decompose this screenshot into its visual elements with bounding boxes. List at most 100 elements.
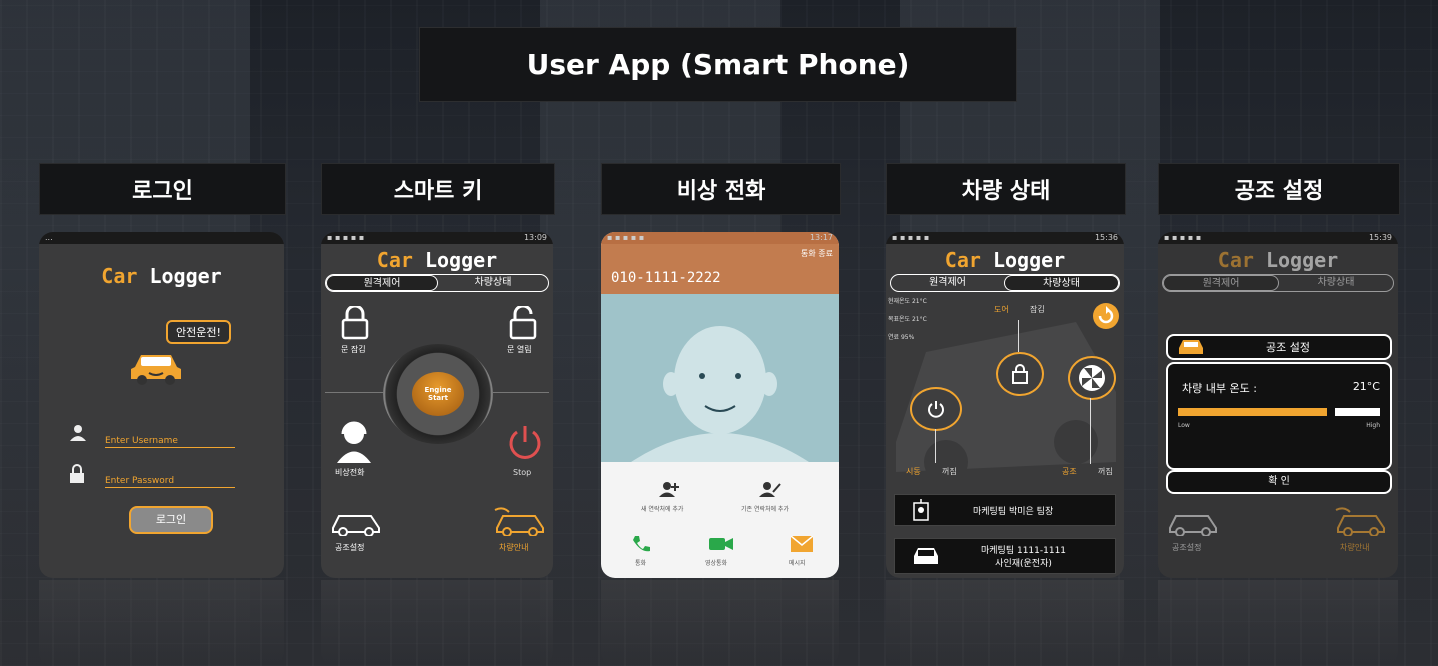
end-call-link[interactable]: 통화 종료 [801,248,833,259]
engine-line1: Engine [424,386,452,394]
aircon-header-title: 공조 설정 [1266,341,1310,354]
aircon-label: 공조설정 [335,543,365,552]
phone-reflection [886,580,1124,666]
phone-vehicle-status: ▪ ▪ ▪ ▪ ▪ 15:36 Car Logger 원격제어 차량상태 현재온도… [886,232,1124,578]
carinfo-label: 차량안내 [1340,543,1370,552]
tab-status[interactable]: 차량상태 [438,275,548,291]
engine-state: 꺼짐 [942,467,957,476]
door-lock-button[interactable] [996,352,1044,396]
car-mascot-icon [131,355,181,385]
username-input[interactable]: Enter Username [105,428,235,448]
phone-reflection [321,580,553,666]
car-outline-icon[interactable] [329,508,383,536]
unlock-icon[interactable] [507,306,539,340]
tab-remote[interactable]: 원격제어 [326,275,438,291]
contact-info-text: 마케팅팀 1111-1111 사인재(운전자) [981,543,1066,569]
power-icon[interactable] [505,422,545,462]
username-placeholder: Enter Username [105,436,178,446]
phone-reflection [1158,580,1398,666]
status-bar: ▪ ▪ ▪ ▪ ▪ 15:36 [886,232,1124,244]
info-fuel: 연료 95% [888,334,915,341]
column-label-smartkey: 스마트 키 [321,163,555,215]
low-label: Low [1178,422,1190,429]
add-contact-icon[interactable] [657,480,681,498]
engine-label: 시동 [906,467,921,476]
aircon-header: 공조 설정 [1166,334,1392,360]
info-current-temp: 현재온도 21°C [888,298,927,305]
line [1018,320,1019,352]
app-logo: Car Logger [886,248,1124,272]
car-orange-icon[interactable] [1334,506,1388,536]
avatar-icon [631,326,809,462]
status-time: 15:36 [1094,233,1118,242]
logo-car: Car [1217,248,1254,272]
confirm-button[interactable]: 확 인 [1166,470,1392,494]
column-label-login: 로그인 [39,163,286,215]
engine-start-core: Engine Start [412,372,464,416]
unlock-label: 문 열림 [507,345,532,354]
logo-logger: Logger [1265,248,1339,272]
app-logo: Car Logger [1158,248,1398,272]
tab-status[interactable]: 차량상태 [1004,275,1119,291]
status-time: 13:17 [809,233,833,242]
car-front-icon [914,548,938,564]
tab-status[interactable]: 차량상태 [1279,275,1393,291]
door-label: 도어 [994,305,1009,314]
line [935,429,936,463]
speech-bubble: 안전운전! [166,320,231,344]
tab-remote[interactable]: 원격제어 [1163,275,1279,291]
message-icon[interactable] [791,536,813,552]
action-new-contact[interactable]: 새 연락처에 추가 [641,504,683,513]
tab-bar: 원격제어 차량상태 [325,274,549,292]
car-outline-icon[interactable] [1166,508,1220,536]
phone-icon[interactable] [631,534,651,554]
aircon-label: 공조설정 [1172,543,1202,552]
power-icon [928,401,944,418]
tab-remote[interactable]: 원격제어 [891,275,1004,291]
status-time: 15:39 [1368,233,1392,242]
password-placeholder: Enter Password [105,476,175,486]
temp-slider[interactable] [1178,408,1380,416]
app-logo: Car Logger [39,264,284,288]
contact-photo-area [601,294,839,462]
car-orange-icon[interactable] [493,506,547,536]
action-existing-contact[interactable]: 기존 연락처에 추가 [741,504,789,513]
carinfo-label: 차량안내 [499,543,529,552]
headset-agent-icon[interactable] [333,418,375,464]
logo-car: Car [101,264,138,288]
fan-icon [1079,365,1105,391]
aircon-panel: 차량 내부 온도 : 21°C Low High [1166,362,1392,470]
fan-button[interactable] [1068,356,1116,400]
video-button-label: 영상통화 [705,560,728,567]
login-button[interactable]: 로그인 [129,506,213,534]
id-badge-icon [913,499,929,521]
door-state: 잠김 [1030,305,1045,314]
phone-emergency-call: ▪ ▪ ▪ ▪ ▪ 13:17 통화 종료 010-1111-2222 새 연락처… [601,232,839,578]
logo-logger: Logger [992,248,1066,272]
password-input[interactable]: Enter Password [105,468,235,488]
status-bar: ▪ ▪ ▪ ▪ ▪ 13:09 [321,232,553,244]
phone-login: ... Car Logger 안전운전! Enter Username Ente… [39,232,284,578]
phone-aircon: ▪ ▪ ▪ ▪ ▪ 15:39 Car Logger 원격제어 차량상태 공조 설… [1158,232,1398,578]
temp-slider-gap [1327,408,1336,416]
page-title: User App (Smart Phone) [419,27,1017,102]
edit-contact-icon[interactable] [757,480,781,498]
refresh-icon[interactable] [1092,302,1120,330]
engine-power-button[interactable] [910,387,962,431]
info-target-temp: 목표온도 21°C [888,316,927,323]
column-label-emergency-call: 비상 전화 [601,163,841,215]
engine-line2: Start [428,394,448,402]
engine-start-button[interactable]: Engine Start [383,344,493,444]
tab-bar: 원격제어 차량상태 [890,274,1120,292]
logo-logger: Logger [424,248,498,272]
temp-slider-fill [1178,408,1328,416]
temp-value: 21°C [1352,380,1380,393]
phone-smartkey: ▪ ▪ ▪ ▪ ▪ 13:09 Car Logger 원격제어 차량상태 문 잠김… [321,232,553,578]
video-call-icon[interactable] [709,536,733,552]
message-button-label: 메시지 [789,560,806,567]
status-bar: ▪ ▪ ▪ ▪ ▪ 15:39 [1158,232,1398,244]
lock-icon[interactable] [339,306,371,340]
lock-label: 문 잠김 [341,345,366,354]
stop-label: Stop [513,468,532,477]
call-button-label: 통화 [635,560,647,567]
